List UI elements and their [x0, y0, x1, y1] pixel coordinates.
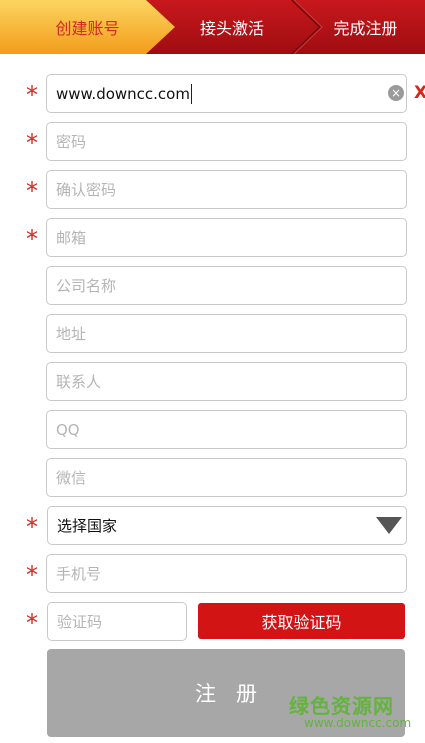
company-name-input[interactable]: 公司名称 [46, 266, 407, 305]
password-input[interactable]: 密码 [46, 122, 407, 161]
watermark-logo: 绿色资源网 www.downcc.com [289, 690, 421, 736]
step-activate: 接头激活 [168, 0, 296, 54]
phone-input[interactable]: 手机号 [46, 554, 407, 593]
company-placeholder: 公司名称 [56, 277, 117, 295]
required-marker: * [26, 129, 38, 157]
text-caret [190, 83, 192, 104]
error-icon: X [414, 83, 425, 103]
step-complete-label: 完成注册 [333, 19, 398, 38]
watermark-title: 绿色资源网 [289, 694, 394, 718]
step-activate-label: 接头激活 [199, 19, 264, 38]
dropdown-arrow-icon [376, 517, 402, 534]
required-marker: * [26, 513, 38, 541]
step-create-account-label: 创建账号 [55, 19, 120, 38]
confirm-password-input[interactable]: 确认密码 [46, 170, 407, 209]
contact-placeholder: 联系人 [56, 373, 102, 391]
address-placeholder: 地址 [56, 325, 87, 343]
get-code-button[interactable]: 获取验证码 [198, 603, 405, 639]
required-marker: * [26, 177, 38, 205]
step-create-account: 创建账号 [0, 0, 175, 54]
required-marker: * [26, 81, 38, 109]
country-select[interactable]: 选择国家 [47, 506, 407, 545]
clear-icon[interactable]: × [388, 85, 404, 101]
required-marker: * [26, 561, 38, 589]
username-input[interactable]: www.downcc.com × [46, 74, 407, 113]
wechat-input[interactable]: 微信 [46, 458, 407, 497]
username-value: www.downcc.com [56, 84, 190, 103]
address-input[interactable]: 地址 [46, 314, 407, 353]
qq-placeholder: QQ [56, 420, 80, 439]
qq-input[interactable]: QQ [46, 410, 407, 449]
contact-person-input[interactable]: 联系人 [46, 362, 407, 401]
email-placeholder: 邮箱 [56, 229, 87, 247]
confirm-password-placeholder: 确认密码 [56, 181, 117, 199]
watermark-url: www.downcc.com [304, 716, 412, 730]
code-placeholder: 验证码 [57, 613, 103, 631]
country-select-value: 选择国家 [57, 517, 118, 535]
password-placeholder: 密码 [56, 133, 87, 151]
required-marker: * [26, 225, 38, 253]
register-button-label: 注册 [195, 682, 277, 706]
step-progress-bar: 创建账号 接头激活 完成注册 [0, 0, 425, 54]
required-marker: * [26, 609, 38, 637]
wechat-placeholder: 微信 [56, 469, 87, 487]
phone-placeholder: 手机号 [56, 565, 102, 583]
email-input[interactable]: 邮箱 [46, 218, 407, 257]
step-complete: 完成注册 [306, 0, 425, 54]
verification-code-input[interactable]: 验证码 [47, 602, 187, 641]
